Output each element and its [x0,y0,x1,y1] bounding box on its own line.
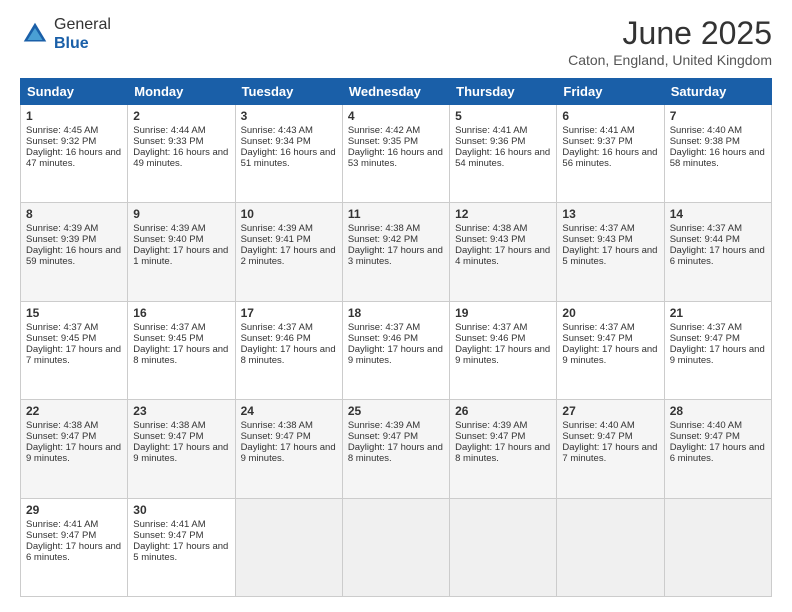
table-row: 1Sunrise: 4:45 AMSunset: 9:32 PMDaylight… [21,105,128,203]
table-row: 29Sunrise: 4:41 AMSunset: 9:47 PMDayligh… [21,498,128,596]
col-saturday: Saturday [664,79,771,105]
table-row: 3Sunrise: 4:43 AMSunset: 9:34 PMDaylight… [235,105,342,203]
table-row: 16Sunrise: 4:37 AMSunset: 9:45 PMDayligh… [128,301,235,399]
table-row: 11Sunrise: 4:38 AMSunset: 9:42 PMDayligh… [342,203,449,301]
table-row: 10Sunrise: 4:39 AMSunset: 9:41 PMDayligh… [235,203,342,301]
table-row: 8Sunrise: 4:39 AMSunset: 9:39 PMDaylight… [21,203,128,301]
table-row: 4Sunrise: 4:42 AMSunset: 9:35 PMDaylight… [342,105,449,203]
table-row: 13Sunrise: 4:37 AMSunset: 9:43 PMDayligh… [557,203,664,301]
table-row: 14Sunrise: 4:37 AMSunset: 9:44 PMDayligh… [664,203,771,301]
table-row: 25Sunrise: 4:39 AMSunset: 9:47 PMDayligh… [342,400,449,498]
col-monday: Monday [128,79,235,105]
table-row: 23Sunrise: 4:38 AMSunset: 9:47 PMDayligh… [128,400,235,498]
title-block: June 2025 Caton, England, United Kingdom [568,15,772,68]
logo: General Blue [20,15,111,53]
table-row: 21Sunrise: 4:37 AMSunset: 9:47 PMDayligh… [664,301,771,399]
col-thursday: Thursday [450,79,557,105]
table-row: 27Sunrise: 4:40 AMSunset: 9:47 PMDayligh… [557,400,664,498]
logo-icon [20,19,50,49]
col-friday: Friday [557,79,664,105]
location: Caton, England, United Kingdom [568,52,772,68]
header: General Blue June 2025 Caton, England, U… [20,15,772,68]
table-row: 26Sunrise: 4:39 AMSunset: 9:47 PMDayligh… [450,400,557,498]
page: General Blue June 2025 Caton, England, U… [0,0,792,612]
table-row [450,498,557,596]
table-row [664,498,771,596]
table-row: 19Sunrise: 4:37 AMSunset: 9:46 PMDayligh… [450,301,557,399]
table-row [342,498,449,596]
calendar-table: Sunday Monday Tuesday Wednesday Thursday… [20,78,772,597]
table-row: 24Sunrise: 4:38 AMSunset: 9:47 PMDayligh… [235,400,342,498]
calendar-header-row: Sunday Monday Tuesday Wednesday Thursday… [21,79,772,105]
table-row: 22Sunrise: 4:38 AMSunset: 9:47 PMDayligh… [21,400,128,498]
table-row: 12Sunrise: 4:38 AMSunset: 9:43 PMDayligh… [450,203,557,301]
table-row: 30Sunrise: 4:41 AMSunset: 9:47 PMDayligh… [128,498,235,596]
table-row [557,498,664,596]
table-row: 9Sunrise: 4:39 AMSunset: 9:40 PMDaylight… [128,203,235,301]
table-row: 20Sunrise: 4:37 AMSunset: 9:47 PMDayligh… [557,301,664,399]
logo-text: General Blue [54,15,111,53]
table-row: 5Sunrise: 4:41 AMSunset: 9:36 PMDaylight… [450,105,557,203]
col-tuesday: Tuesday [235,79,342,105]
table-row: 2Sunrise: 4:44 AMSunset: 9:33 PMDaylight… [128,105,235,203]
table-row: 6Sunrise: 4:41 AMSunset: 9:37 PMDaylight… [557,105,664,203]
table-row: 28Sunrise: 4:40 AMSunset: 9:47 PMDayligh… [664,400,771,498]
table-row: 7Sunrise: 4:40 AMSunset: 9:38 PMDaylight… [664,105,771,203]
table-row: 17Sunrise: 4:37 AMSunset: 9:46 PMDayligh… [235,301,342,399]
table-row [235,498,342,596]
col-wednesday: Wednesday [342,79,449,105]
table-row: 15Sunrise: 4:37 AMSunset: 9:45 PMDayligh… [21,301,128,399]
col-sunday: Sunday [21,79,128,105]
month-title: June 2025 [568,15,772,52]
table-row: 18Sunrise: 4:37 AMSunset: 9:46 PMDayligh… [342,301,449,399]
